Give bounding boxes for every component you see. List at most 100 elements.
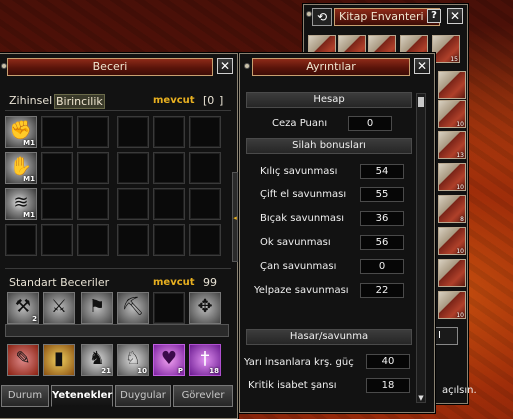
horse-riding-icon[interactable]: ✎ (7, 344, 39, 376)
skill-level: 18 (209, 367, 219, 375)
dragon-fist-icon[interactable]: ✊ M1 (5, 116, 37, 148)
knot-icon[interactable]: ✥ (189, 292, 221, 324)
skill-level: M1 (23, 139, 35, 147)
tab-skills[interactable]: Yetenekler (51, 385, 113, 407)
skill-bar-strip (5, 324, 229, 337)
sword-icon[interactable]: † 18 (189, 344, 221, 376)
heart-icon[interactable]: ♥ P (153, 344, 185, 376)
skill-level: 2 (32, 315, 37, 323)
horse-icon[interactable]: ♞ 21 (81, 344, 113, 376)
skills-close-button[interactable]: ✕ (217, 58, 233, 74)
standard-points-label: mevcut (153, 277, 195, 288)
available-points-bracket: ] (219, 94, 224, 107)
book-item[interactable] (438, 259, 466, 287)
penalty-points-value: 0 (348, 116, 392, 131)
pickaxe-icon[interactable]: ⛏ (117, 292, 149, 324)
tab-status[interactable]: Durum (1, 385, 49, 407)
book-item[interactable]: 10 (438, 227, 466, 255)
book-inventory-footer-text: açılsın. (442, 385, 477, 396)
scroll-icon[interactable]: ▮ (43, 344, 75, 376)
stat-label: Bıçak savunması (260, 213, 345, 224)
details-close-button[interactable]: ✕ (414, 58, 430, 74)
tab-emotions[interactable]: Duygular (115, 385, 171, 407)
skill-slot[interactable] (41, 224, 73, 256)
skill-slot[interactable] (117, 188, 149, 220)
stat-label: Kılıç savunması (260, 166, 338, 177)
stat-label: Yarı insanlara krş. güç (244, 357, 354, 368)
dragon-roar-icon[interactable]: ✋ M1 (5, 152, 37, 184)
page-input[interactable]: I (434, 327, 458, 345)
window-pin-icon (244, 63, 250, 69)
skill-level: 10 (137, 367, 147, 375)
skill-slot[interactable] (153, 116, 185, 148)
skill-slot[interactable] (5, 224, 37, 256)
stat-value: 22 (360, 283, 404, 298)
stat-value: 36 (360, 211, 404, 226)
stat-label: Kritik isabet şansı (248, 380, 337, 391)
mining-icon[interactable]: ⚒ 2 (7, 292, 39, 324)
book-item[interactable]: 10 (438, 291, 466, 319)
skill-slot[interactable] (77, 116, 109, 148)
skill-slot[interactable] (77, 188, 109, 220)
skill-level: M1 (23, 175, 35, 183)
skill-level: 21 (101, 367, 111, 375)
collapse-arrow-icon[interactable]: ◂ (232, 172, 238, 262)
skill-slot[interactable] (153, 152, 185, 184)
skill-slot[interactable] (153, 188, 185, 220)
book-item[interactable]: 8 (438, 195, 466, 223)
tab-quests[interactable]: Görevler (173, 385, 233, 407)
skill-slot[interactable] (153, 224, 185, 256)
skill-slot[interactable] (189, 224, 221, 256)
skill-slot[interactable] (153, 292, 185, 324)
damage-defense-section-header: Hasar/savunma (246, 329, 412, 345)
details-window-title: Ayrıntılar (252, 58, 410, 76)
tab-mental[interactable]: Zihinsel (9, 94, 52, 107)
book-item[interactable]: 10 (438, 163, 466, 191)
stat-label: Çift el savunması (260, 189, 347, 200)
item-count: 10 (456, 121, 464, 128)
divider (5, 268, 231, 269)
skill-slot[interactable] (189, 116, 221, 148)
skill-level: P (177, 367, 183, 375)
book-item[interactable]: 13 (438, 131, 466, 159)
details-window: Ayrıntılar ✕ Hesap Ceza Puanı 0 Silah bo… (239, 53, 435, 413)
stat-label: Ok savunması (260, 237, 331, 248)
skill-slot[interactable] (41, 188, 73, 220)
book-item[interactable] (438, 71, 466, 99)
details-scrollbar[interactable]: ▼ (416, 93, 426, 403)
stat-value: 56 (360, 235, 404, 250)
horse-armor-icon[interactable]: ♘ 10 (117, 344, 149, 376)
flag-icon[interactable]: ⚑ (81, 292, 113, 324)
scroll-down-icon[interactable]: ▼ (417, 394, 425, 402)
available-points-value: [0 (203, 94, 215, 107)
skills-window: Beceri ✕ Zihinsel Birincilik mevcut [0 ]… (0, 53, 238, 419)
skill-slot[interactable] (117, 116, 149, 148)
item-count: 15 (450, 56, 458, 63)
account-section-header: Hesap (246, 92, 412, 108)
item-count: 10 (456, 248, 464, 255)
help-button[interactable]: ? (427, 9, 441, 23)
book-item[interactable]: 15 (432, 35, 460, 63)
book-item[interactable]: 10 (438, 100, 466, 128)
book-inventory-close-button[interactable]: ✕ (447, 8, 463, 24)
item-count: 8 (460, 216, 464, 223)
scrollbar-thumb[interactable] (418, 97, 424, 107)
skill-slot[interactable] (77, 152, 109, 184)
book-inventory-title: Kitap Envanteri (334, 8, 440, 26)
tab-primary[interactable]: Birincilik (54, 94, 105, 109)
skill-level: M1 (23, 211, 35, 219)
skill-slot[interactable] (41, 116, 73, 148)
stat-label: Yelpaze savunması (254, 285, 349, 296)
refresh-icon[interactable]: ⟲ (312, 8, 332, 26)
skill-slot[interactable] (77, 224, 109, 256)
skill-slot[interactable] (189, 188, 221, 220)
stat-value: 40 (366, 354, 410, 369)
stat-value: 54 (360, 164, 404, 179)
dragon-wind-icon[interactable]: ≋ M1 (5, 188, 37, 220)
skill-slot[interactable] (189, 152, 221, 184)
skill-slot[interactable] (117, 224, 149, 256)
fishing-icon[interactable]: ⚔ (43, 292, 75, 324)
stat-value: 18 (366, 378, 410, 393)
skill-slot[interactable] (117, 152, 149, 184)
skill-slot[interactable] (41, 152, 73, 184)
